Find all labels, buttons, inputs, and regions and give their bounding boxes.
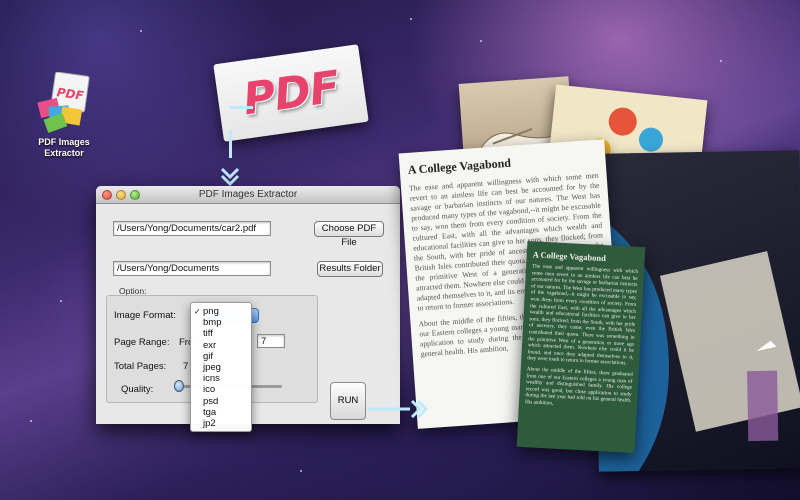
menu-item-tga[interactable]: tga xyxy=(191,407,251,418)
total-pages-value: 7 xyxy=(183,361,189,372)
pdf-images-extractor-icon: PDF xyxy=(35,71,93,134)
green-page-paragraph: The ease and apparent willingness with w… xyxy=(527,263,639,367)
pointer-line-horizontal xyxy=(229,106,253,109)
menu-item-png[interactable]: ✓ png xyxy=(191,306,251,317)
page-range-to-field[interactable]: 7 xyxy=(257,334,285,348)
extracted-green-page: A College Vagabond The ease and apparent… xyxy=(516,241,646,453)
total-pages-label: Total Pages: xyxy=(114,361,167,372)
quality-label: Quality: xyxy=(121,384,154,395)
menu-item-jpeg[interactable]: jpeg xyxy=(191,362,251,373)
chevron-down-icon xyxy=(220,167,240,187)
run-button[interactable]: RUN xyxy=(330,382,366,420)
green-page-paragraph: About the middle of the fifties, there g… xyxy=(524,366,633,407)
star xyxy=(410,18,412,20)
menu-item-icns[interactable]: icns xyxy=(191,373,251,384)
arrow-right-icon xyxy=(368,399,429,419)
pdf-card-text: PDF xyxy=(239,61,342,125)
window-close-button[interactable] xyxy=(102,190,112,200)
star xyxy=(720,60,722,62)
desktop-icon-label-line2: Extractor xyxy=(44,148,84,158)
choose-pdf-button[interactable]: Choose PDF File xyxy=(314,221,384,248)
quality-slider-knob[interactable] xyxy=(174,380,184,392)
image-format-menu: ✓ png bmp tiff exr gif jpeg icns ico psd … xyxy=(190,302,252,432)
pdf-card-graphic: PDF xyxy=(213,44,369,142)
page-range-label: Page Range: xyxy=(114,337,170,348)
pdf-path-field[interactable]: /Users/Yong/Documents/car2.pdf xyxy=(113,221,271,236)
green-page-title: A College Vagabond xyxy=(532,249,607,264)
star xyxy=(300,470,302,472)
checkmark-icon: ✓ xyxy=(194,307,201,316)
menu-item-bmp[interactable]: bmp xyxy=(191,317,251,328)
results-folder-button[interactable]: Results Folder xyxy=(317,261,383,277)
star xyxy=(30,420,32,422)
star xyxy=(480,40,482,42)
image-format-label: Image Format: xyxy=(114,310,176,321)
menu-item-ico[interactable]: ico xyxy=(191,384,251,395)
window-zoom-button[interactable] xyxy=(130,190,140,200)
window-title: PDF Images Extractor xyxy=(198,189,298,200)
menu-item-psd[interactable]: psd xyxy=(191,396,251,407)
menu-item-gif[interactable]: gif xyxy=(191,351,251,362)
window-minimize-button[interactable] xyxy=(116,190,126,200)
desktop-icon-label-line1: PDF Images xyxy=(38,137,90,147)
menu-item-exr[interactable]: exr xyxy=(191,340,251,351)
star xyxy=(60,300,62,302)
menu-item-tiff[interactable]: tiff xyxy=(191,328,251,339)
desktop-app-icon[interactable]: PDF PDF Images Extractor xyxy=(22,71,106,159)
window-titlebar[interactable]: PDF Images Extractor xyxy=(96,186,400,204)
star xyxy=(140,30,142,32)
menu-item-jp2[interactable]: jp2 xyxy=(191,418,251,429)
pointer-line-vertical xyxy=(229,130,232,158)
results-path-field[interactable]: /Users/Yong/Documents xyxy=(113,261,271,276)
